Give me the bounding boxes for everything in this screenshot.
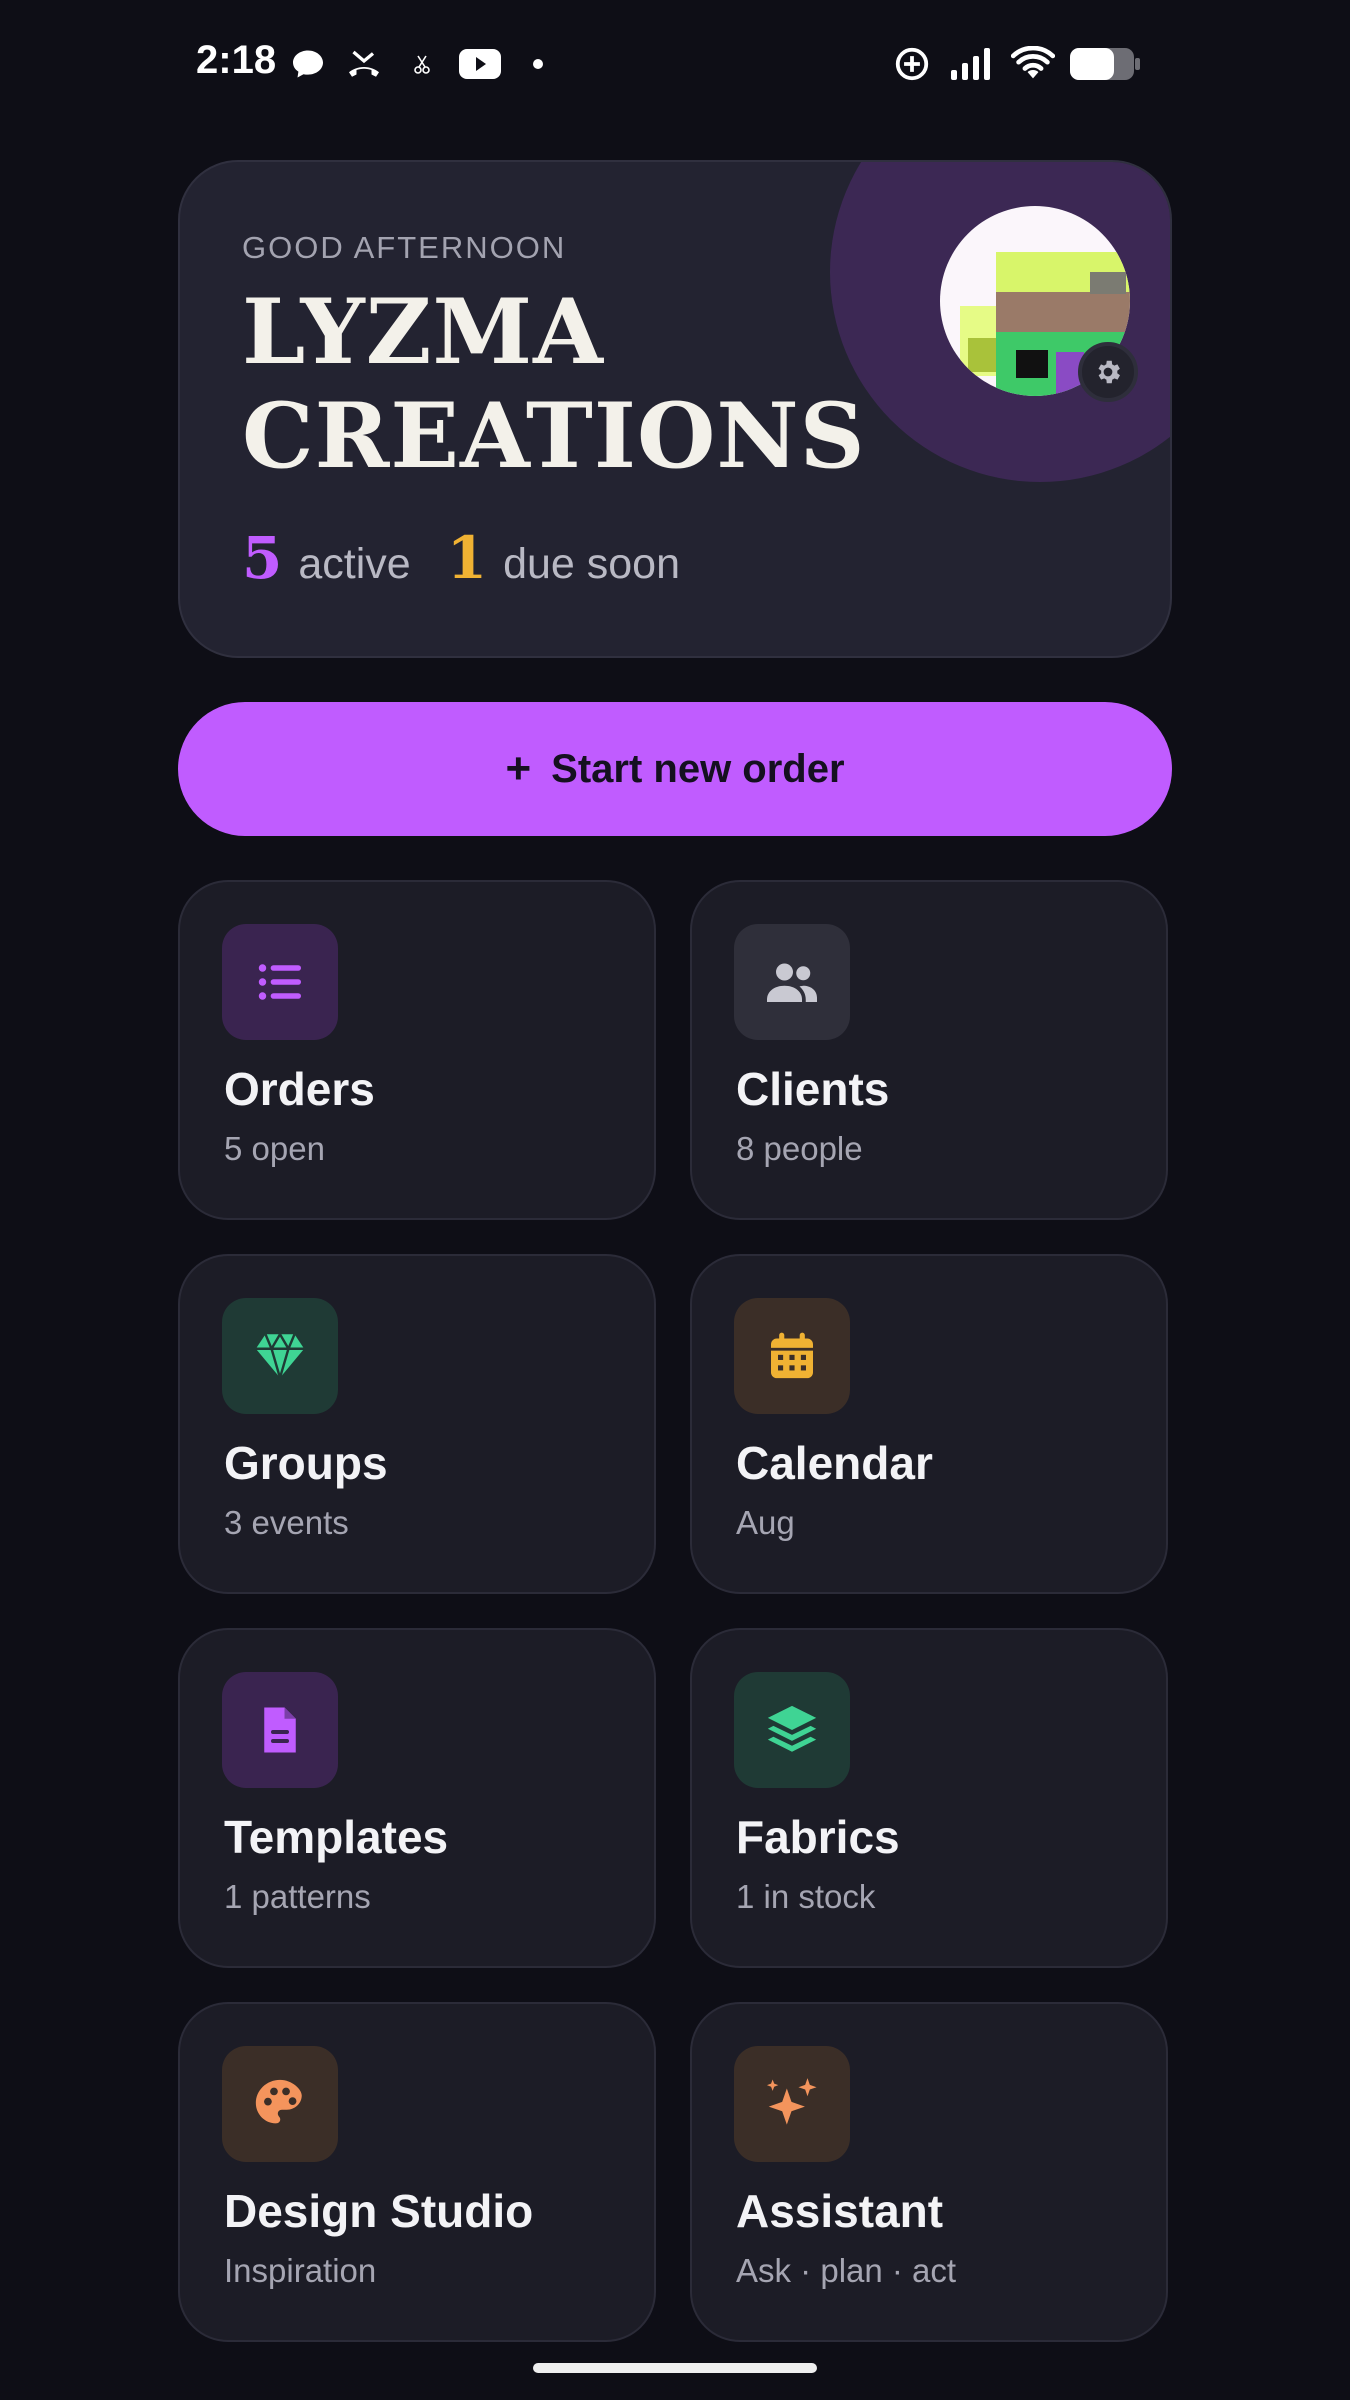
settings-button[interactable]: [1078, 342, 1138, 402]
tile-clients[interactable]: Clients 8 people: [690, 880, 1168, 1220]
business-name: LYZMA CREATIONS: [242, 279, 866, 489]
tile-title: Templates: [224, 1811, 449, 1863]
sparkle-icon: [734, 2046, 850, 2162]
home-indicator[interactable]: [533, 2363, 817, 2373]
tile-subtitle: 1 in stock: [736, 1878, 876, 1915]
tile-design-studio[interactable]: Design Studio Inspiration: [178, 2002, 656, 2342]
tile-groups[interactable]: Groups 3 events: [178, 1254, 656, 1594]
home-screen: 2:18 GOOD AFTERNOON LYZMA CREATIONS 5 ac…: [0, 0, 1350, 2400]
document-icon: [222, 1672, 338, 1788]
calendar-icon: [734, 1298, 850, 1414]
data-saver-icon: [892, 44, 932, 84]
tile-fabrics[interactable]: Fabrics 1 in stock: [690, 1628, 1168, 1968]
gear-icon: [1098, 360, 1120, 384]
people-icon: [734, 924, 850, 1040]
dot-icon: [530, 44, 546, 84]
tile-title: Fabrics: [736, 1811, 900, 1863]
business-name-line1: LYZMA: [242, 279, 604, 385]
list-icon: [222, 924, 338, 1040]
tile-subtitle: 5 open: [224, 1130, 325, 1167]
business-name-line2: CREATIONS: [242, 383, 866, 489]
tile-calendar[interactable]: Calendar Aug: [690, 1254, 1168, 1594]
tile-subtitle: Ask · plan · act: [736, 2252, 957, 2289]
youtube-icon: [458, 44, 502, 84]
tile-subtitle: 3 events: [224, 1504, 349, 1541]
tile-subtitle: Aug: [736, 1504, 795, 1541]
diamond-icon: [222, 1298, 338, 1414]
active-label: active: [298, 540, 411, 588]
tile-title: Calendar: [736, 1437, 933, 1489]
tile-assistant[interactable]: Assistant Ask · plan · act: [690, 2002, 1168, 2342]
tile-subtitle: 1 patterns: [224, 1878, 371, 1915]
tile-title: Clients: [736, 1063, 890, 1115]
start-new-order-button[interactable]: + Start new order: [178, 702, 1172, 836]
tile-orders[interactable]: Orders 5 open: [178, 880, 656, 1220]
layers-icon: [734, 1672, 850, 1788]
tile-subtitle: Inspiration: [224, 2252, 377, 2289]
scissors-icon: [410, 44, 434, 84]
greeting-card: GOOD AFTERNOON LYZMA CREATIONS 5 active …: [178, 160, 1172, 658]
plus-icon: +: [505, 744, 532, 793]
tile-title: Groups: [224, 1437, 388, 1489]
order-stats: 5 active 1 due soon: [242, 524, 716, 592]
active-count: 5: [242, 524, 283, 592]
palette-icon: [222, 2046, 338, 2162]
missed-call-icon: [342, 44, 386, 84]
tile-subtitle: 8 people: [736, 1130, 863, 1167]
status-time: 2:18: [196, 38, 277, 82]
tile-title: Design Studio: [224, 2185, 534, 2237]
status-bar: 2:18: [0, 0, 1350, 130]
due-count: 1: [446, 524, 488, 592]
wifi-icon: [1010, 44, 1056, 84]
start-new-order-label: Start new order: [551, 746, 845, 791]
signal-icon: [948, 44, 994, 84]
tile-templates[interactable]: Templates 1 patterns: [178, 1628, 656, 1968]
tile-title: Assistant: [736, 2185, 944, 2237]
greeting-text: GOOD AFTERNOON: [242, 230, 567, 265]
battery-icon: [1068, 44, 1142, 84]
chat-bubble-icon: [288, 44, 328, 84]
tile-title: Orders: [224, 1063, 375, 1115]
due-label: due soon: [503, 540, 680, 588]
